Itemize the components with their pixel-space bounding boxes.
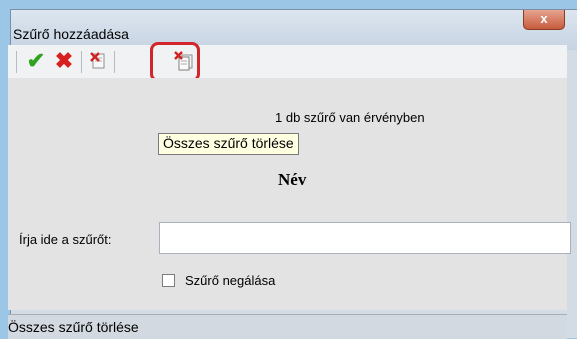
filter-input-label: Írja ide a szűrőt: [19, 232, 112, 247]
filter-count-label: 1 db szűrő van érvényben [275, 110, 425, 125]
toolbar-separator [16, 51, 17, 73]
negate-filter-checkbox[interactable] [162, 273, 175, 287]
delete-filter-button[interactable] [87, 49, 111, 73]
close-button[interactable]: x [523, 10, 565, 30]
negate-filter-label[interactable]: Szűrő negálása [185, 273, 275, 288]
highlight-annotation [150, 42, 200, 82]
checkmark-icon: ✔ [26, 48, 46, 73]
field-name-heading: Név [278, 170, 307, 189]
title-bar[interactable]: Szűrő hozzáadása x [11, 10, 577, 50]
delete-filter-icon [90, 52, 105, 69]
toolbar: ✔ ✖ [8, 45, 567, 79]
filter-input[interactable] [159, 222, 571, 254]
status-bar: Összes szűrő törlése [8, 314, 567, 339]
ok-button[interactable]: ✔ [24, 49, 48, 73]
toolbar-separator [81, 51, 82, 73]
toolbar-separator [114, 51, 115, 73]
status-text: Összes szűrő törlése [8, 319, 139, 335]
tooltip: Összes szűrő törlése [158, 133, 299, 155]
window-title: Szűrő hozzáadása [13, 26, 129, 42]
cross-icon: ✖ [54, 48, 74, 73]
negate-filter-row[interactable]: Szűrő negálása [162, 272, 275, 288]
cancel-button[interactable]: ✖ [52, 49, 76, 73]
